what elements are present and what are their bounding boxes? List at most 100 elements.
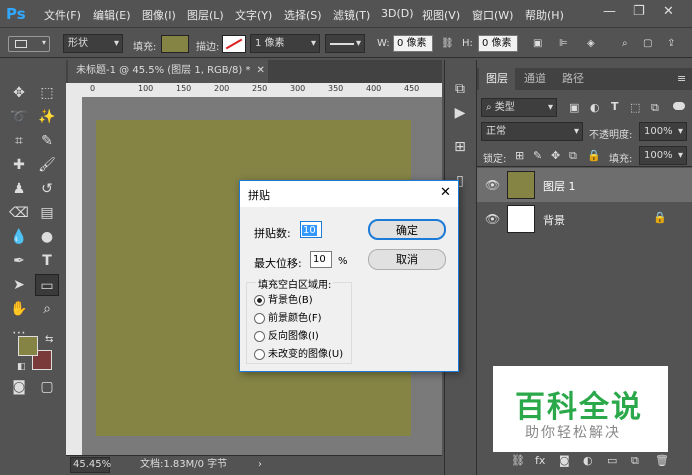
tab-channels[interactable]: 通道 [517,68,553,90]
close-tab-icon[interactable]: ✕ [256,65,264,76]
new-layer-icon[interactable]: ⧉ [631,454,639,468]
dodge-tool-icon[interactable]: ● [35,226,59,248]
healing-brush-tool-icon[interactable]: ✚ [7,154,31,176]
blur-tool-icon[interactable]: 💧 [7,226,31,248]
menu-help[interactable]: 帮助(H) [525,7,564,23]
filter-smart-object-icon[interactable]: ⧉ [651,101,659,115]
path-selection-tool-icon[interactable]: ➤ [7,274,31,296]
lock-all-icon[interactable]: 🔒 [587,149,601,162]
zoom-tool-icon[interactable]: ⌕ [35,298,59,320]
lock-position-icon[interactable]: ✥ [551,149,560,162]
rectangle-tool-icon[interactable]: ▭ [35,274,59,296]
add-mask-icon[interactable]: ◙ [559,454,570,467]
new-adjustment-icon[interactable]: ◐ [583,454,593,467]
link-layers-icon[interactable]: ⛓ [511,454,525,467]
cancel-button[interactable]: 取消 [368,249,446,270]
hand-tool-icon[interactable]: ✋ [7,298,31,320]
clone-stamp-tool-icon[interactable]: ♟ [7,178,31,200]
history-panel-icon[interactable]: ⧉ [448,78,472,100]
menu-window[interactable]: 窗口(W) [472,7,513,23]
properties-panel-icon[interactable]: ⊞ [448,136,472,158]
stroke-type-select[interactable]: ▾ [325,34,365,53]
tab-layers[interactable]: 图层 [479,68,515,90]
pen-tool-icon[interactable]: ✒ [7,250,31,272]
swap-colors-icon[interactable]: ⇆ [45,334,53,345]
menu-edit[interactable]: 编辑(E) [93,7,131,23]
workspace-switcher-icon[interactable]: ▢ [643,38,652,49]
visibility-eye-icon[interactable]: 👁 [485,178,500,192]
lasso-tool-icon[interactable]: ➰ [7,106,31,128]
quick-mask-icon[interactable]: ◙ [7,376,31,398]
minimize-icon[interactable]: — [603,4,616,19]
chevron-right-icon[interactable]: › [258,456,262,474]
menu-image[interactable]: 图像(I) [142,7,176,23]
fill-input[interactable]: 100% ▾ [639,146,687,165]
stroke-width-input[interactable]: 1 像素 ▾ [250,34,320,53]
link-icon[interactable]: ⛓ [441,38,454,49]
max-offset-input[interactable]: 10 [310,251,332,268]
tool-preset-picker[interactable]: ▾ [8,36,50,52]
eraser-tool-icon[interactable]: ⌫ [7,202,31,224]
zoom-level[interactable]: 45.45% [70,457,111,473]
height-input[interactable]: 0 像素 [478,35,518,52]
fx-icon[interactable]: fx [535,454,545,467]
width-input[interactable]: 0 像素 [393,35,433,52]
restore-icon[interactable]: ❐ [633,4,645,19]
menu-3d[interactable]: 3D(D) [381,7,414,20]
visibility-eye-icon[interactable]: 👁 [485,212,500,226]
path-operations-icon[interactable]: ▣ [533,38,542,49]
path-arrangement-icon[interactable]: ◈ [587,38,595,49]
document-tab[interactable]: 未标题-1 @ 45.5% (图层 1, RGB/8) * ✕ [68,60,268,83]
menu-select[interactable]: 选择(S) [284,7,322,23]
tab-paths[interactable]: 路径 [555,68,591,90]
history-brush-tool-icon[interactable]: ↺ [35,178,59,200]
delete-layer-icon[interactable]: 🗑 [655,454,669,467]
gradient-tool-icon[interactable]: ▤ [35,202,59,224]
move-tool-icon[interactable]: ✥ [7,82,31,104]
filter-adjustment-icon[interactable]: ◐ [590,101,600,114]
filter-toggle[interactable] [673,102,685,110]
new-group-icon[interactable]: ▭ [607,454,617,467]
layer-row-background[interactable]: 👁 背景 🔒 [477,202,692,236]
lock-image-icon[interactable]: ✎ [533,149,542,162]
screen-mode-icon[interactable]: ▢ [35,376,59,398]
panel-menu-icon[interactable]: ≡ [677,72,686,85]
layer-filter-select[interactable]: ⌕ 类型 ▾ [481,98,557,117]
path-alignment-icon[interactable]: ⊫ [559,38,568,49]
share-icon[interactable]: ⇪ [667,38,675,49]
menu-filter[interactable]: 滤镜(T) [333,7,370,23]
ok-button[interactable]: 确定 [368,219,446,240]
radio-unaltered-image[interactable]: 未改变的图像(U) [254,345,343,360]
fill-swatch[interactable] [161,35,189,53]
lock-artboard-icon[interactable]: ⧉ [569,149,577,163]
filter-shape-icon[interactable]: ⬚ [630,101,640,114]
shape-mode-select[interactable]: 形状 ▾ [63,34,123,53]
crop-tool-icon[interactable]: ⌗ [7,130,31,152]
close-icon[interactable]: ✕ [440,185,451,200]
filter-type-icon[interactable]: T [611,100,619,113]
radio-foreground-color[interactable]: 前景颜色(F) [254,309,322,324]
menu-layer[interactable]: 图层(L) [187,7,224,23]
brush-tool-icon[interactable]: 🖌 [35,154,59,176]
default-colors-icon[interactable]: ◧ [17,362,26,372]
radio-inverse-image[interactable]: 反向图像(I) [254,327,319,342]
menu-view[interactable]: 视图(V) [422,7,460,23]
marquee-tool-icon[interactable]: ⬚ [35,82,59,104]
tile-count-input[interactable]: 10 [300,221,322,238]
eyedropper-tool-icon[interactable]: ✎ [35,130,59,152]
magic-wand-tool-icon[interactable]: ✨ [35,106,59,128]
actions-panel-icon[interactable]: ▶ [448,102,472,124]
type-tool-icon[interactable]: T [35,250,59,272]
close-icon[interactable]: ✕ [663,4,674,19]
menu-file[interactable]: 文件(F) [44,7,81,23]
opacity-input[interactable]: 100% ▾ [639,122,687,141]
lock-transparent-icon[interactable]: ⊞ [515,149,524,162]
radio-background-color[interactable]: 背景色(B) [254,291,313,306]
foreground-color-swatch[interactable] [18,336,38,356]
stroke-swatch[interactable] [222,35,246,53]
blend-mode-select[interactable]: 正常 ▾ [481,122,583,141]
filter-pixel-icon[interactable]: ▣ [569,101,579,114]
layer-row-1[interactable]: 👁 图层 1 [477,168,692,202]
menu-type[interactable]: 文字(Y) [235,7,272,23]
search-icon[interactable]: ⌕ [622,38,628,49]
